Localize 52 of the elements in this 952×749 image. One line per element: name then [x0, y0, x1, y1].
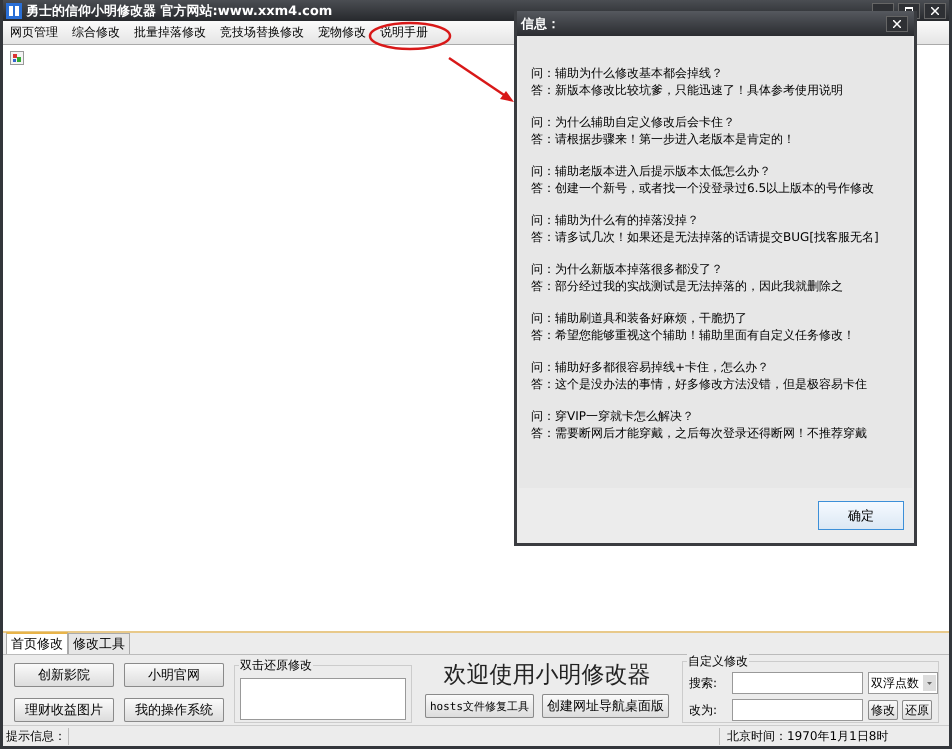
group-title: 自定义修改 — [687, 653, 749, 670]
answer-text: 答：需要断网后才能穿戴，之后每次登录还得断网！不推荐穿戴 — [531, 425, 868, 441]
question-text: 问：辅助为什么修改基本都会掉线？ — [531, 65, 724, 81]
question-text: 问：穿VIP一穿就卡怎么解决？ — [531, 408, 695, 424]
answer-text: 答：请多试几次！如果还是无法掉落的话请提交BUG[找客服无名] — [531, 229, 880, 245]
replace-field[interactable] — [732, 699, 863, 721]
pointer-arrow — [448, 56, 514, 102]
close-icon — [893, 20, 901, 28]
menu-item[interactable]: 宠物修改 — [311, 22, 373, 43]
tab[interactable]: 修改工具 — [68, 633, 130, 654]
tool-button[interactable]: hosts文件修复工具 — [424, 694, 534, 718]
answer-text: 答：希望您能够重视这个辅助！辅助里面有自定义任务修改！ — [531, 327, 856, 343]
answer-text: 答：这个是没办法的事情，好多修改方法没错，但是极容易卡住 — [531, 376, 868, 392]
dialog-close-button[interactable] — [886, 16, 908, 32]
answer-text: 答：新版本修改比较坑爹，只能迅速了！具体参考使用说明 — [531, 82, 844, 98]
modify-button[interactable]: 修改 — [868, 700, 898, 720]
restore-list[interactable] — [240, 678, 406, 720]
menu-item[interactable]: 竞技场替换修改 — [213, 22, 311, 43]
menu-item[interactable]: 综合修改 — [65, 22, 127, 43]
tab[interactable]: 首页修改 — [6, 632, 68, 654]
search-label: 搜索: — [689, 674, 718, 692]
close-icon — [931, 6, 939, 14]
welcome-heading: 欢迎使用小明修改器 — [444, 661, 650, 690]
type-dropdown[interactable]: 双浮点数 — [868, 672, 938, 694]
group-title: 双击还原修改 — [239, 657, 313, 674]
action-button[interactable]: 创新影院 — [14, 663, 114, 687]
status-time: 北京时间：1970年1月1日8时 — [719, 728, 949, 744]
dialog-title: 信息： — [521, 16, 560, 32]
question-text: 问：为什么新版本掉落很多都没了？ — [531, 261, 724, 277]
close-button[interactable] — [924, 2, 946, 18]
ok-button[interactable]: 确定 — [818, 501, 904, 530]
question-text: 问：辅助刷道具和装备好麻烦，干脆扔了 — [531, 310, 748, 326]
answer-text: 答：部分经过我的实战测试是无法掉落的，因此我就删除之 — [531, 278, 844, 294]
action-button[interactable]: 理财收益图片 — [14, 698, 114, 722]
restore-button[interactable]: 还原 — [902, 700, 932, 720]
question-text: 问：辅助好多都很容易掉线+卡住，怎么办？ — [531, 359, 770, 375]
question-text: 问：为什么辅助自定义修改后会卡住？ — [531, 114, 736, 130]
answer-text: 答：创建一个新号，或者找一个没登录过6.5以上版本的号作修改 — [531, 180, 876, 196]
question-text: 问：辅助为什么有的掉落没掉？ — [531, 212, 700, 228]
image-icon — [10, 51, 24, 65]
menu-item[interactable]: 批量掉落修改 — [127, 22, 213, 43]
search-field[interactable] — [732, 672, 863, 694]
action-button[interactable]: 小明官网 — [124, 663, 224, 687]
menu-item[interactable]: 网页管理 — [3, 22, 65, 43]
window-title: 勇士的信仰小明修改器 官方网站:www.xxm4.com — [26, 2, 332, 20]
tool-button[interactable]: 创建网址导航桌面版 — [542, 694, 670, 718]
action-button[interactable]: 我的操作系统 — [124, 698, 224, 722]
status-label: 提示信息： — [3, 728, 69, 744]
replace-label: 改为: — [689, 702, 718, 718]
question-text: 问：辅助老版本进入后提示版本太低怎么办？ — [531, 163, 772, 179]
app-icon — [6, 2, 22, 18]
answer-text: 答：请根据步骤来！第一步进入老版本是肯定的！ — [531, 131, 796, 147]
